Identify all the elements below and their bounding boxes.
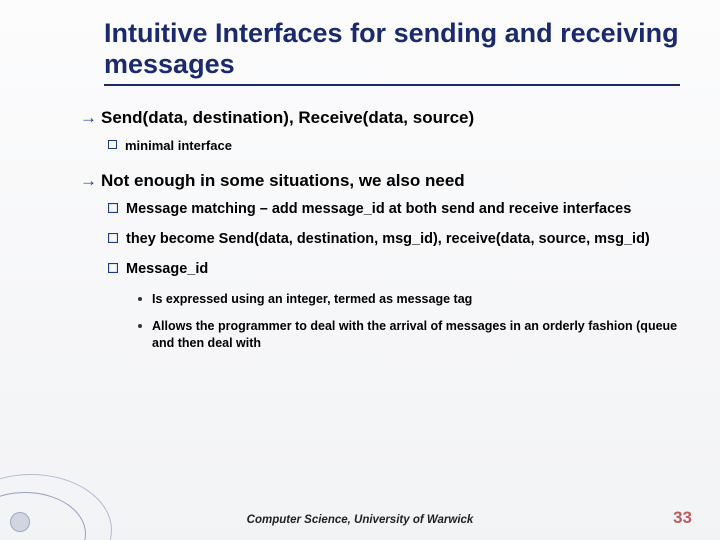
bullet-level2: they become Send(data, destination, msg_… [108,231,680,247]
dot-bullet-icon [138,297,142,301]
arrow-icon: → [80,171,97,191]
bullet-level1: → Not enough in some situations, we also… [80,171,680,191]
slide-footer: Computer Science, University of Warwick [0,514,720,526]
bullet-level2: Message_id [108,261,680,277]
bullet-text: minimal interface [125,138,232,153]
page-number: 33 [673,508,692,528]
corner-decoration [0,474,110,540]
slide: Intuitive Interfaces for sending and rec… [0,0,720,540]
bullet-text: Send(data, destination), Receive(data, s… [101,108,474,128]
bullet-text: Allows the programmer to deal with the a… [152,318,680,352]
bullet-level2: Message matching – add message_id at bot… [108,201,680,217]
bullet-text: Is expressed using an integer, termed as… [152,291,472,308]
bullet-text: Message matching – add message_id at bot… [126,201,631,217]
bullet-text: Not enough in some situations, we also n… [101,171,465,191]
square-bullet-icon [108,140,117,153]
bullet-level3: Allows the programmer to deal with the a… [138,318,680,352]
square-bullet-icon [108,263,118,277]
slide-title: Intuitive Interfaces for sending and rec… [104,18,680,86]
arrow-icon: → [80,108,97,128]
bullet-level2: minimal interface [108,138,680,153]
square-bullet-icon [108,203,118,217]
bullet-text: they become Send(data, destination, msg_… [126,231,650,247]
bullet-level1: → Send(data, destination), Receive(data,… [80,108,680,128]
bullet-level3: Is expressed using an integer, termed as… [138,291,680,308]
bullet-text: Message_id [126,261,208,277]
square-bullet-icon [108,233,118,247]
slide-content: → Send(data, destination), Receive(data,… [104,108,680,352]
dot-bullet-icon [138,324,142,328]
